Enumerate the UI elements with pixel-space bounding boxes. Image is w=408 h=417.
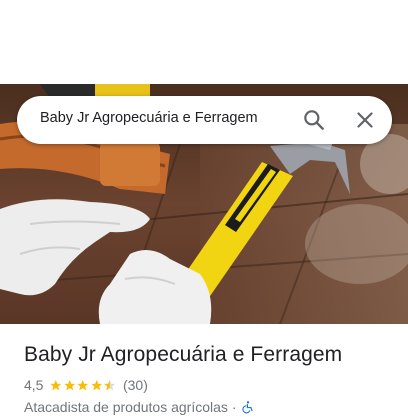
map-header-blank: [0, 0, 408, 84]
search-input[interactable]: Baby Jr Agropecuária e Ferragem: [40, 110, 258, 126]
close-icon[interactable]: [352, 107, 378, 133]
place-category: Atacadista de produtos agrícolas: [24, 399, 228, 415]
review-count: (30): [122, 377, 148, 393]
star-half-icon: [104, 379, 116, 390]
search-bar[interactable]: Baby Jr Agropecuária e Ferragem: [17, 96, 392, 144]
rating-value: 4,5: [24, 377, 44, 393]
star-icon: [77, 379, 89, 390]
search-icon[interactable]: [301, 107, 327, 133]
star-icon: [91, 379, 103, 390]
star-rating: [49, 379, 117, 392]
category-row: Atacadista de produtos agrícolas ·: [24, 398, 255, 416]
star-icon: [64, 379, 76, 390]
wheelchair-icon: [241, 400, 255, 414]
rating-row[interactable]: 4,5 (30): [24, 376, 148, 394]
place-details: Baby Jr Agropecuária e Ferragem 4,5 (30)…: [0, 324, 408, 415]
star-icon: [50, 379, 62, 390]
separator: ·: [231, 399, 237, 415]
place-title: Baby Jr Agropecuária e Ferragem: [24, 343, 343, 366]
